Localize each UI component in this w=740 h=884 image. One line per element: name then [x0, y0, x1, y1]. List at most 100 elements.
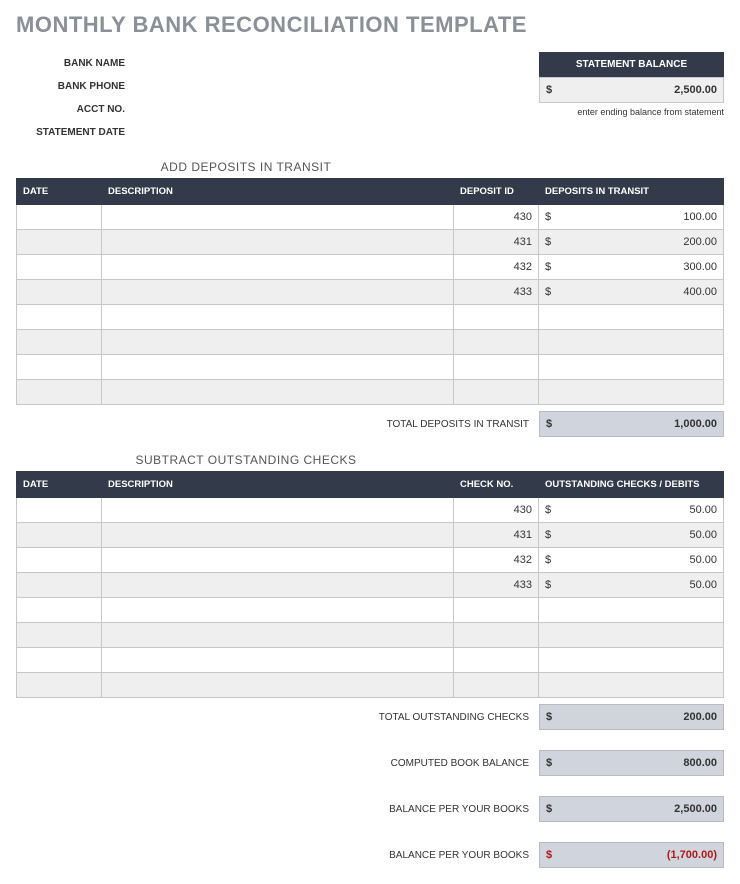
computed-balance-label: COMPUTED BOOK BALANCE	[16, 758, 539, 769]
cell-id[interactable]	[454, 380, 539, 405]
cell-description[interactable]	[102, 673, 454, 698]
cell-amount[interactable]	[539, 330, 724, 355]
cell-description[interactable]	[102, 548, 454, 573]
cell-amount[interactable]: $400.00	[539, 280, 724, 305]
cell-date[interactable]	[17, 523, 102, 548]
deposits-section-title: ADD DEPOSITS IN TRANSIT	[16, 160, 476, 174]
cell-description[interactable]	[102, 380, 454, 405]
cell-id[interactable]	[454, 598, 539, 623]
cell-date[interactable]	[17, 548, 102, 573]
table-row	[17, 598, 724, 623]
cell-amount[interactable]: $50.00	[539, 548, 724, 573]
table-row: 431$50.00	[17, 523, 724, 548]
cell-amount[interactable]	[539, 305, 724, 330]
checks-table: DATE DESCRIPTION CHECK NO. OUTSTANDING C…	[16, 471, 724, 698]
cell-id[interactable]	[454, 623, 539, 648]
checks-th-amount: OUTSTANDING CHECKS / DEBITS	[539, 472, 724, 498]
cell-id[interactable]	[454, 330, 539, 355]
cell-id[interactable]: 432	[454, 548, 539, 573]
cell-amount[interactable]: $300.00	[539, 255, 724, 280]
cell-description[interactable]	[102, 623, 454, 648]
table-row: 431$200.00	[17, 230, 724, 255]
cell-description[interactable]	[102, 598, 454, 623]
cell-date[interactable]	[17, 255, 102, 280]
amount-value: 50.00	[551, 504, 717, 516]
cell-date[interactable]	[17, 673, 102, 698]
cell-description[interactable]	[102, 498, 454, 523]
cell-description[interactable]	[102, 255, 454, 280]
cell-id[interactable]: 433	[454, 573, 539, 598]
balance-per-books-box-1: $ 2,500.00	[539, 796, 724, 822]
page-title: MONTHLY BANK RECONCILIATION TEMPLATE	[16, 12, 724, 38]
cell-id[interactable]	[454, 305, 539, 330]
cell-date[interactable]	[17, 498, 102, 523]
cell-id[interactable]	[454, 648, 539, 673]
cell-amount[interactable]	[539, 355, 724, 380]
table-row	[17, 648, 724, 673]
deposits-th-date: DATE	[17, 179, 102, 205]
amount-value: 50.00	[551, 529, 717, 541]
cell-description[interactable]	[102, 330, 454, 355]
cell-date[interactable]	[17, 305, 102, 330]
cell-date[interactable]	[17, 380, 102, 405]
cell-id[interactable]: 432	[454, 255, 539, 280]
balance-per-books-label-2: BALANCE PER YOUR BOOKS	[16, 850, 539, 861]
cell-id[interactable]: 430	[454, 205, 539, 230]
checks-total-row: TOTAL OUTSTANDING CHECKS $ 200.00	[16, 704, 724, 730]
cell-amount[interactable]	[539, 380, 724, 405]
cell-id[interactable]	[454, 355, 539, 380]
cell-date[interactable]	[17, 598, 102, 623]
cell-amount[interactable]: $200.00	[539, 230, 724, 255]
cell-amount[interactable]	[539, 623, 724, 648]
balance-per-books-box-2: $ (1,700.00)	[539, 842, 724, 868]
cell-id[interactable]: 431	[454, 230, 539, 255]
cell-date[interactable]	[17, 648, 102, 673]
cell-id[interactable]	[454, 673, 539, 698]
cell-amount[interactable]	[539, 648, 724, 673]
acct-no-label: ACCT NO.	[16, 98, 131, 121]
cell-amount[interactable]: $100.00	[539, 205, 724, 230]
balance-per-books-label-1: BALANCE PER YOUR BOOKS	[16, 804, 539, 815]
cell-amount[interactable]: $50.00	[539, 498, 724, 523]
cell-amount[interactable]	[539, 673, 724, 698]
table-row	[17, 305, 724, 330]
table-row: 430$50.00	[17, 498, 724, 523]
cell-date[interactable]	[17, 355, 102, 380]
deposits-th-id: DEPOSIT ID	[454, 179, 539, 205]
statement-balance-value[interactable]: $ 2,500.00	[539, 77, 724, 103]
cell-amount[interactable]	[539, 598, 724, 623]
cell-description[interactable]	[102, 355, 454, 380]
computed-balance-box: $ 800.00	[539, 750, 724, 776]
cell-description[interactable]	[102, 230, 454, 255]
deposits-total-label: TOTAL DEPOSITS IN TRANSIT	[16, 419, 539, 430]
balance-per-books-row-2: BALANCE PER YOUR BOOKS $ (1,700.00)	[16, 842, 724, 868]
cell-date[interactable]	[17, 623, 102, 648]
cell-id[interactable]: 433	[454, 280, 539, 305]
deposits-th-description: DESCRIPTION	[102, 179, 454, 205]
table-row: 432$300.00	[17, 255, 724, 280]
cell-description[interactable]	[102, 205, 454, 230]
cell-date[interactable]	[17, 230, 102, 255]
cell-amount[interactable]: $50.00	[539, 523, 724, 548]
deposits-total-amount: 1,000.00	[552, 418, 717, 430]
cell-description[interactable]	[102, 305, 454, 330]
table-row	[17, 623, 724, 648]
cell-description[interactable]	[102, 573, 454, 598]
cell-date[interactable]	[17, 205, 102, 230]
deposits-table: DATE DESCRIPTION DEPOSIT ID DEPOSITS IN …	[16, 178, 724, 405]
cell-description[interactable]	[102, 648, 454, 673]
cell-date[interactable]	[17, 330, 102, 355]
header-row: BANK NAME BANK PHONE ACCT NO. STATEMENT …	[16, 52, 724, 144]
table-row	[17, 355, 724, 380]
cell-date[interactable]	[17, 280, 102, 305]
deposits-th-amount: DEPOSITS IN TRANSIT	[539, 179, 724, 205]
cell-date[interactable]	[17, 573, 102, 598]
table-row	[17, 380, 724, 405]
cell-amount[interactable]: $50.00	[539, 573, 724, 598]
checks-total-label: TOTAL OUTSTANDING CHECKS	[16, 712, 539, 723]
cell-id[interactable]: 430	[454, 498, 539, 523]
cell-id[interactable]: 431	[454, 523, 539, 548]
deposits-total-box: $ 1,000.00	[539, 411, 724, 437]
cell-description[interactable]	[102, 280, 454, 305]
cell-description[interactable]	[102, 523, 454, 548]
